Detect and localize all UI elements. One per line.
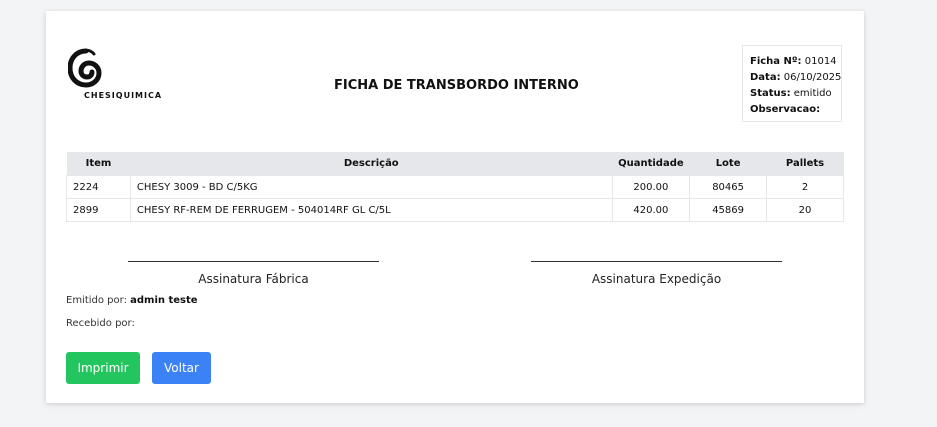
- ficha-info-box: Ficha Nº: 01014 Data: 06/10/2025 Status:…: [742, 45, 842, 122]
- column-header-item: Item: [66, 152, 131, 176]
- ficha-observacao-row: Observacao:: [750, 102, 841, 118]
- ficha-number-label: Ficha Nº:: [750, 56, 802, 67]
- ficha-status-value: emitido: [793, 88, 832, 99]
- table-header-row: Item Descrição Quantidade Lote Pallets: [66, 152, 844, 176]
- page-title: FICHA DE TRANSBORDO INTERNO: [334, 78, 579, 93]
- items-table: Item Descrição Quantidade Lote Pallets 2…: [66, 152, 844, 222]
- print-button[interactable]: Imprimir: [66, 352, 140, 384]
- cell-quantidade: 200.00: [611, 175, 691, 199]
- logo-symbol-icon: [68, 48, 102, 88]
- company-logo: CHESIQUIMICA: [68, 48, 168, 104]
- cell-item: 2899: [66, 198, 131, 222]
- logo-text: CHESIQUIMICA: [84, 91, 163, 100]
- cell-pallets: 20: [766, 198, 844, 222]
- signature-line-expedition: [531, 261, 782, 262]
- issued-by-label: Emitido por:: [66, 295, 127, 306]
- ficha-date-row: Data: 06/10/2025: [750, 70, 841, 86]
- signature-label-expedition: Assinatura Expedição: [591, 272, 722, 286]
- received-by-label: Recebido por:: [66, 318, 135, 329]
- cell-quantidade: 420.00: [611, 198, 691, 222]
- document-card: CHESIQUIMICA FICHA DE TRANSBORDO INTERNO…: [46, 11, 864, 403]
- column-header-descricao: Descrição: [130, 152, 613, 176]
- ficha-number-value: 01014: [804, 56, 837, 67]
- signature-label-factory: Assinatura Fábrica: [198, 272, 309, 286]
- signature-line-factory: [128, 261, 379, 262]
- received-by: Recebido por:: [66, 318, 135, 329]
- cell-descricao: CHESY RF-REM DE FERRUGEM - 504014RF GL C…: [129, 198, 613, 222]
- cell-descricao: CHESY 3009 - BD C/5KG: [129, 175, 613, 199]
- ficha-number-row: Ficha Nº: 01014: [750, 54, 841, 70]
- issued-by: Emitido por: admin teste: [66, 295, 198, 306]
- cell-lote: 80465: [689, 175, 768, 199]
- ficha-date-label: Data:: [750, 72, 781, 83]
- back-button[interactable]: Voltar: [152, 352, 211, 384]
- ficha-observacao-label: Observacao:: [750, 104, 821, 115]
- ficha-status-row: Status: emitido: [750, 86, 841, 102]
- cell-item: 2224: [66, 175, 131, 199]
- ficha-date-value: 06/10/2025: [783, 72, 842, 83]
- cell-pallets: 2: [766, 175, 844, 199]
- table-row: 2899 CHESY RF-REM DE FERRUGEM - 504014RF…: [66, 198, 844, 222]
- issued-by-value: admin teste: [130, 295, 198, 306]
- table-row: 2224 CHESY 3009 - BD C/5KG 200.00 80465 …: [66, 175, 844, 199]
- column-header-pallets: Pallets: [766, 152, 844, 176]
- cell-lote: 45869: [689, 198, 768, 222]
- ficha-status-label: Status:: [750, 88, 791, 99]
- column-header-lote: Lote: [689, 152, 767, 176]
- column-header-quantidade: Quantidade: [612, 152, 690, 176]
